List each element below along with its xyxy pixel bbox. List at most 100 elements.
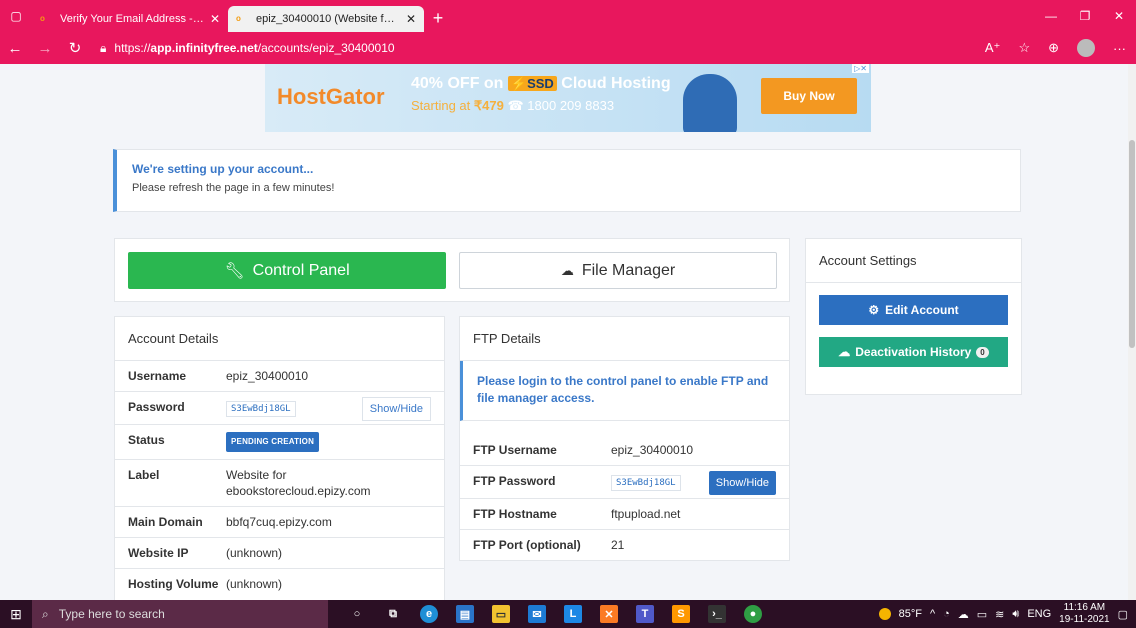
card-title: Account Settings — [806, 239, 1021, 283]
ftp-password-value: S3EwBdj18GL — [611, 475, 681, 491]
table-row: Label Website for ebookstorecloud.epizy.… — [115, 460, 444, 507]
app-l-icon[interactable]: L — [564, 605, 582, 623]
show-hide-password-button[interactable]: Show/Hide — [361, 397, 431, 421]
back-icon[interactable]: ← — [0, 34, 30, 62]
scrollbar-thumb[interactable] — [1129, 140, 1135, 348]
table-row: Status PENDING CREATION — [115, 425, 444, 460]
sublime-icon[interactable]: S — [672, 605, 690, 623]
notifications-icon[interactable]: ▢ — [1118, 608, 1128, 621]
card-title: Account Details — [115, 317, 444, 361]
tab-label: epiz_30400010 (Website for ebo — [256, 13, 400, 25]
browser-titlebar: ▢ o Verify Your Email Address - Infini ✕… — [0, 0, 1136, 32]
control-panel-label: Control Panel — [252, 261, 350, 279]
setup-notice: We're setting up your account... Please … — [113, 149, 1021, 212]
weather-temp[interactable]: 85°F — [899, 608, 922, 620]
weather-icon — [878, 608, 891, 620]
url-text: https://app.infinityfree.net/accounts/ep… — [114, 41, 395, 55]
adchoices-icon[interactable]: ▷✕ — [852, 64, 869, 73]
ftp-details-card: FTP Details Please login to the control … — [459, 316, 790, 561]
file-manager-label: File Manager — [581, 261, 676, 279]
read-aloud-icon[interactable]: A⁺ — [985, 40, 1001, 56]
collections-icon[interactable]: ⊕ — [1048, 40, 1059, 56]
tab-label: Verify Your Email Address - Infini — [60, 13, 204, 25]
refresh-icon[interactable]: ↻ — [60, 34, 90, 62]
app-xampp-icon[interactable]: ✕ — [600, 605, 618, 623]
address-bar[interactable]: 🔒︎ https://app.infinityfree.net/accounts… — [100, 36, 920, 60]
table-row: Website IP (unknown) — [115, 538, 444, 569]
profile-avatar[interactable] — [1077, 39, 1095, 57]
file-manager-button[interactable]: ☁︎ File Manager — [459, 252, 777, 289]
favicon-icon: o — [40, 14, 45, 23]
store-icon[interactable]: ▤ — [456, 605, 474, 623]
forward-icon[interactable]: → — [30, 34, 60, 62]
close-tab-icon[interactable]: ✕ — [406, 12, 416, 26]
cortana-icon[interactable]: ○ — [348, 605, 366, 623]
tab-verify-email[interactable]: o Verify Your Email Address - Infini ✕ — [32, 6, 228, 32]
task-view-icon[interactable]: ⧉ — [384, 605, 402, 623]
page-content: HostGator 40% OFF on ⚡SSD Cloud Hosting … — [0, 64, 1128, 600]
table-row: FTP Password S3EwBdj18GL Show/Hide — [460, 466, 789, 499]
ad-subline: Starting at ₹479 ☎ 1800 209 8833 — [411, 98, 615, 113]
deactivation-count-badge: 0 — [976, 346, 989, 358]
cloud-upload-icon: ☁︎ — [560, 262, 574, 278]
file-explorer-icon[interactable]: ▭ — [492, 605, 510, 623]
teams-icon[interactable]: T — [636, 605, 654, 623]
terminal-icon[interactable]: ›_ — [708, 605, 726, 623]
wifi-icon[interactable]: ≋ — [995, 608, 1004, 621]
deactivation-history-button[interactable]: ☁︎ Deactivation History 0 — [819, 337, 1008, 367]
buy-now-button[interactable]: Buy Now — [761, 78, 857, 114]
sliders-icon: ⚙︎ — [868, 303, 880, 317]
onedrive-icon[interactable]: ☁ — [958, 608, 969, 621]
language-indicator[interactable]: ENG — [1027, 608, 1051, 620]
cloud-off-icon: ☁︎ — [838, 345, 851, 359]
restore-icon[interactable]: ❐ — [1068, 0, 1102, 32]
table-row: Main Domain bbfq7cuq.epizy.com — [115, 507, 444, 538]
close-tab-icon[interactable]: ✕ — [210, 12, 220, 26]
account-details-card: Account Details Username epiz_30400010 P… — [114, 316, 445, 600]
favorites-icon[interactable]: ☆ — [1018, 40, 1030, 56]
ad-banner[interactable]: HostGator 40% OFF on ⚡SSD Cloud Hosting … — [265, 64, 871, 132]
edit-account-button[interactable]: ⚙︎ Edit Account — [819, 295, 1008, 325]
control-panel-button[interactable]: 🔧︎ Control Panel — [128, 252, 446, 289]
more-options-icon[interactable]: ··· — [1113, 41, 1126, 56]
ad-promo: 40% OFF on ⚡SSD Cloud Hosting — [411, 75, 671, 92]
table-row: FTP Hostname ftpupload.net — [460, 499, 789, 530]
show-hide-ftp-password-button[interactable]: Show/Hide — [708, 471, 776, 495]
chrome-icon[interactable]: ● — [744, 605, 762, 623]
ftp-notice: Please login to the control panel to ena… — [460, 361, 789, 421]
tab-account[interactable]: o epiz_30400010 (Website for ebo ✕ — [228, 6, 424, 32]
table-row: Hosting Volume (unknown) — [128, 577, 283, 591]
password-value: S3EwBdj18GL — [226, 401, 296, 417]
status-badge: PENDING CREATION — [226, 432, 320, 452]
windows-taskbar: ⊞ ⌕ Type here to search ○ ⧉ e ▤ ▭ ✉ L ✕ … — [0, 600, 1136, 628]
notice-message: Please refresh the page in a few minutes… — [132, 182, 335, 194]
favicon-icon: o — [236, 14, 241, 23]
network-icon[interactable]: ◔ — [943, 608, 950, 620]
mail-icon[interactable]: ✉ — [528, 605, 546, 623]
wrench-icon: 🔧︎ — [224, 262, 245, 280]
panel-actions: 🔧︎ Control Panel ☁︎ File Manager — [114, 238, 790, 302]
tray-chevron-icon[interactable]: ^ — [930, 608, 935, 620]
edge-browser-icon[interactable]: e — [420, 605, 438, 623]
account-settings-card: Account Settings ⚙︎ Edit Account ☁︎ Deac… — [805, 238, 1022, 395]
notice-title: We're setting up your account... — [132, 162, 314, 176]
search-icon: ⌕ — [42, 606, 49, 621]
volume-icon[interactable]: 🔊︎ — [1012, 608, 1019, 621]
tab-actions-icon[interactable]: ▢ — [0, 0, 32, 32]
system-tray: 85°F ^ ◔ ☁ ▭ ≋ 🔊︎ ENG 11:16 AM 19-11-202… — [878, 600, 1128, 628]
new-tab-button[interactable]: + — [424, 6, 452, 32]
lock-icon: 🔒︎ — [100, 40, 107, 55]
table-row: Password S3EwBdj18GL Show/Hide — [115, 392, 444, 425]
ad-brand: HostGator — [277, 84, 385, 109]
table-row: Username epiz_30400010 — [115, 361, 444, 392]
minimize-icon[interactable]: — — [1034, 0, 1068, 32]
clock[interactable]: 11:16 AM 19-11-2021 — [1059, 602, 1109, 626]
windows-start-icon[interactable]: ⊞ — [0, 600, 32, 628]
gator-mascot-image — [683, 74, 737, 132]
taskbar-search[interactable]: ⌕ Type here to search — [32, 600, 328, 628]
close-window-icon[interactable]: ✕ — [1102, 0, 1136, 32]
card-title: FTP Details — [460, 317, 789, 361]
battery-icon[interactable]: ▭ — [977, 608, 987, 621]
table-row: FTP Username epiz_30400010 — [460, 435, 789, 466]
page-scrollbar[interactable] — [1128, 64, 1136, 600]
